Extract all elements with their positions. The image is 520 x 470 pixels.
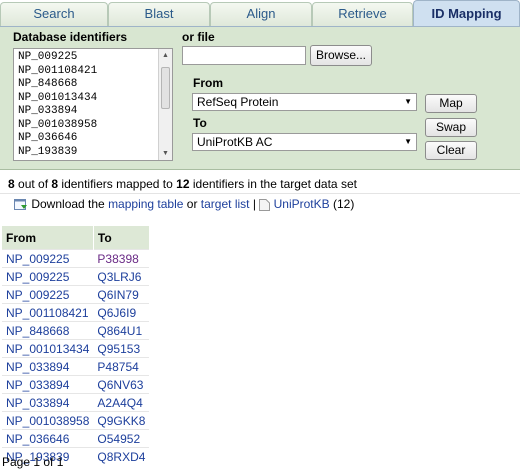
clear-button[interactable]: Clear <box>425 141 477 160</box>
tab-search[interactable]: Search <box>0 2 108 26</box>
table-row: NP_036646 O54952 <box>2 429 150 448</box>
from-id-link[interactable]: NP_009225 <box>2 249 94 268</box>
tab-id-mapping[interactable]: ID Mapping <box>413 0 520 26</box>
column-header-to: To <box>93 226 150 250</box>
chevron-down-icon: ▼ <box>404 97 412 106</box>
to-id-link[interactable]: Q6J6I9 <box>93 303 150 322</box>
identifier-line: NP_193839 <box>18 145 78 158</box>
table-row: NP_033894 Q6NV63 <box>2 375 150 394</box>
to-id-link[interactable]: Q6IN79 <box>93 285 150 304</box>
table-row: NP_001108421 Q6J6I9 <box>2 303 150 322</box>
to-id-link[interactable]: Q3LRJ6 <box>93 267 150 286</box>
from-id-link[interactable]: NP_009225 <box>2 285 94 304</box>
scroll-up-icon[interactable]: ▲ <box>161 51 170 60</box>
to-id-link[interactable]: P48754 <box>93 357 150 376</box>
scroll-thumb[interactable] <box>161 67 170 109</box>
table-row: NP_009225 Q3LRJ6 <box>2 267 150 286</box>
to-id-link[interactable]: Q6NV63 <box>93 375 150 394</box>
file-path-input[interactable] <box>182 46 306 65</box>
map-button[interactable]: Map <box>425 94 477 113</box>
identifier-line: NP_009225 <box>18 51 78 63</box>
to-select-value: UniProtKB AC <box>197 135 273 149</box>
uniprotkb-link[interactable]: UniProtKB <box>274 197 330 211</box>
identifier-line: NP_033894 <box>18 105 78 117</box>
column-header-from: From <box>2 226 94 250</box>
to-select[interactable]: UniProtKB AC ▼ <box>192 133 417 151</box>
scroll-down-icon[interactable]: ▼ <box>161 149 170 158</box>
from-id-link[interactable]: NP_001108421 <box>2 303 94 322</box>
to-id-link[interactable]: Q8RXD4 <box>93 447 150 465</box>
document-icon <box>259 198 271 211</box>
from-id-link[interactable]: NP_036646 <box>2 429 94 448</box>
tab-retrieve[interactable]: Retrieve <box>312 2 413 26</box>
to-label: To <box>193 116 207 130</box>
identifier-line: NP_848668 <box>18 78 78 90</box>
mapping-summary: 8 out of 8 identifiers mapped to 12 iden… <box>8 177 357 191</box>
mapping-table-link[interactable]: mapping table <box>108 197 183 211</box>
from-id-link[interactable]: NP_033894 <box>2 393 94 412</box>
tab-align[interactable]: Align <box>210 2 312 26</box>
table-row: NP_001013434 Q95153 <box>2 339 150 358</box>
identifiers-scrollbar[interactable]: ▲ ▼ <box>158 49 172 160</box>
browse-button[interactable]: Browse... <box>310 45 372 66</box>
from-id-link[interactable]: NP_033894 <box>2 375 94 394</box>
from-id-link[interactable]: NP_033894 <box>2 357 94 376</box>
chevron-down-icon: ▼ <box>404 137 412 146</box>
download-icon <box>14 198 27 210</box>
table-row: NP_009225 P38398 <box>2 249 150 268</box>
or-file-label: or file <box>182 30 215 44</box>
target-list-link[interactable]: target list <box>201 197 250 211</box>
table-row: NP_001038958 Q9GKK8 <box>2 411 150 430</box>
to-id-link[interactable]: Q864U1 <box>93 321 150 340</box>
from-id-link[interactable]: NP_001038958 <box>2 411 94 430</box>
identifier-line: NP_001108421 <box>18 64 98 77</box>
to-id-link[interactable]: Q9GKK8 <box>93 411 150 430</box>
results-table: From To NP_009225 P38398 NP_009225 Q3LRJ6 NP… <box>2 226 150 465</box>
from-select-value: RefSeq Protein <box>197 95 279 109</box>
from-select[interactable]: RefSeq Protein ▼ <box>192 93 417 111</box>
table-row: NP_009225 Q6IN79 <box>2 285 150 304</box>
from-label: From <box>193 76 223 90</box>
from-id-link[interactable]: NP_009225 <box>2 267 94 286</box>
from-id-link[interactable]: NP_001013434 <box>2 339 94 358</box>
page-indicator: Page 1 of 1 <box>2 455 64 469</box>
tab-blast[interactable]: Blast <box>108 2 210 26</box>
identifiers-list: NP_009225 NP_001108421 NP_848668 NP_0010134… <box>18 51 97 159</box>
identifier-line: NP_036646 <box>18 132 78 144</box>
from-id-link[interactable]: NP_848668 <box>2 321 94 340</box>
table-row: NP_033894 A2A4Q4 <box>2 393 150 412</box>
to-id-link[interactable]: P38398 <box>93 249 150 268</box>
to-id-link[interactable]: Q95153 <box>93 339 150 358</box>
identifiers-textarea[interactable]: NP_009225 NP_001108421 NP_848668 NP_0010134… <box>13 48 173 161</box>
identifier-line: NP_001013434 <box>18 91 98 104</box>
results-body: NP_009225 P38398 NP_009225 Q3LRJ6 NP_009225 Q… <box>2 249 150 465</box>
table-row: NP_033894 P48754 <box>2 357 150 376</box>
download-bar: Download the mapping table or target lis… <box>14 196 354 212</box>
divider <box>0 193 520 194</box>
database-identifiers-label: Database identifiers <box>13 30 128 44</box>
table-row: NP_848668 Q864U1 <box>2 321 150 340</box>
identifier-line: NP_001038958 <box>18 118 98 131</box>
swap-button[interactable]: Swap <box>425 118 477 137</box>
to-id-link[interactable]: A2A4Q4 <box>93 393 150 412</box>
to-id-link[interactable]: O54952 <box>93 429 150 448</box>
tab-bar: Search Blast Align Retrieve ID Mapping <box>0 0 520 26</box>
